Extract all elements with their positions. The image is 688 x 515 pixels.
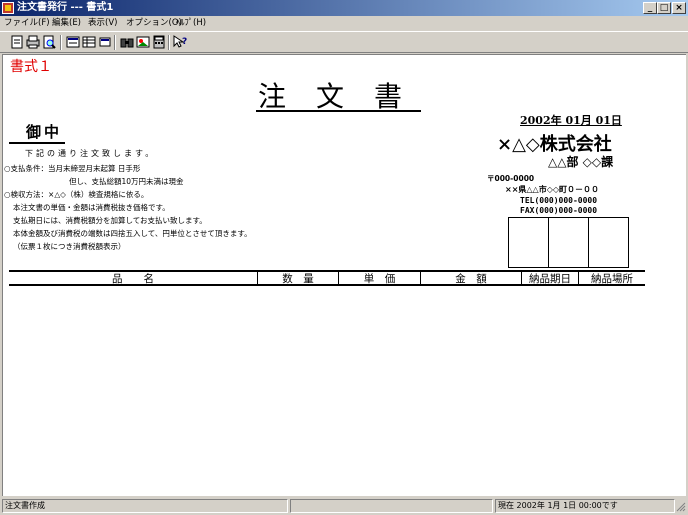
status-bar: 注文書作成 現在 2002年 1月 1日 00:00です [0,497,688,515]
header-delivery-place: 納品場所 [591,273,633,285]
print-icon[interactable] [26,35,40,49]
find-icon[interactable] [120,35,134,49]
maximize-button[interactable]: □ [657,2,671,14]
header-unit-price: 単 価 [339,272,421,286]
greeting-text: 下記の通り注文致します。 [25,149,157,158]
recipient-label: 御中 [26,123,63,141]
title-underline [256,110,421,112]
calculator-icon[interactable] [152,35,166,49]
toolbar-separator [114,35,116,50]
inspection-method: ○検収方法：×△◇（株）検査規格に依る。 [4,190,149,199]
resize-grip-icon[interactable] [676,502,686,512]
header-quantity: 数 量 [258,272,339,286]
department-name: △△部 ◇◇課 [548,155,614,169]
table-icon[interactable] [82,35,96,49]
window-icon[interactable] [98,35,112,49]
postal-code: 〒000-0000 [487,174,535,183]
invoice-tax-note: （伝票１枚につき消費税額表示） [13,242,126,251]
tax-note: 本注文書の単価・金額は消費税抜き価格です。 [13,203,170,212]
header-item-name: 品 名 [9,272,258,286]
minimize-button[interactable]: _ [643,2,657,14]
app-icon[interactable] [2,2,14,14]
close-button[interactable]: × [672,2,686,14]
new-document-icon[interactable] [10,35,24,49]
rounding-note: 本体金額及び消費税の端数は四捨五入して、円単位とさせて頂きます。 [13,229,252,238]
payment-terms: ○支払条件：当月末締翌月末起算 日手形 [4,164,141,173]
company-fax: FAX(000)000-0000 [520,206,598,215]
company-address: ××県△△市◇◇町０－００ [505,185,600,194]
order-date: 2002年 01月 01日 [520,114,622,127]
order-table-header: 品 名 数 量 単 価 金 額 納品期日 納品場所 [9,270,645,286]
company-tel: TEL(000)000-0000 [520,196,598,205]
header-amount: 金 額 [421,272,522,286]
document-area[interactable]: 書式１ 注文書 2002年 01月 01日 御中 ×△◇株式会社 △△部 ◇◇課… [2,54,686,496]
menu-bar: ファイル(F) 編集(E) 表示(V) オプション(O) ﾍﾙﾌﾟ(H) [0,16,688,31]
status-datetime: 現在 2002年 1月 1日 00:00です [495,499,675,513]
stamp-cell [549,218,589,267]
approval-stamp-box [508,217,629,268]
menu-edit[interactable]: 編集(E) [52,17,81,30]
tax-payment-note: 支払期日には、消費税額分を加算してお支払い致します。 [13,216,207,225]
document-title: 注文書 [258,80,433,113]
help-pointer-icon[interactable]: ? [173,35,187,49]
svg-text:?: ? [182,37,187,47]
menu-options[interactable]: オプション(O) [126,17,182,30]
toolbar-separator [168,35,170,50]
form-icon[interactable] [66,35,80,49]
recipient-underline [9,142,65,144]
form-label: 書式１ [10,59,52,75]
menu-view[interactable]: 表示(V) [88,17,117,30]
menu-help[interactable]: ﾍﾙﾌﾟ(H) [176,17,206,30]
title-bar[interactable]: 注文書発行 --- 書式1 _ □ × [0,0,688,16]
status-panel-empty [290,499,493,513]
header-delivery-date: 納品期日 [522,272,579,286]
toolbar-separator [60,35,62,50]
toolbar: ? [0,31,688,53]
print-preview-icon[interactable] [42,35,56,49]
payment-terms-cash: 但し、支払総額10万円未満は現金 [69,177,184,186]
status-message: 注文書作成 [2,499,288,513]
menu-file[interactable]: ファイル(F) [4,17,50,30]
image-icon[interactable] [136,35,150,49]
window-title: 注文書発行 --- 書式1 [17,2,114,13]
stamp-cell [509,218,549,267]
